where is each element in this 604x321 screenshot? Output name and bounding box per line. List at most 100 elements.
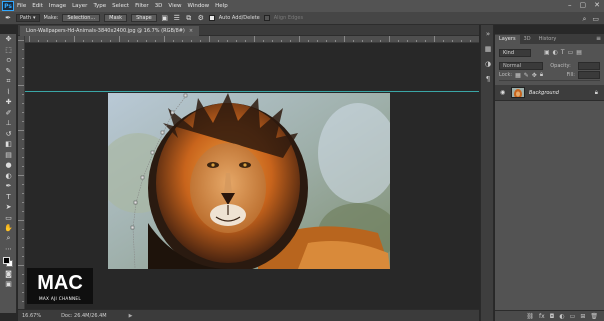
delete-layer-icon[interactable]: 🗑︎ xyxy=(590,313,598,320)
menu-type[interactable]: Type xyxy=(93,3,106,9)
auto-add-delete-checkbox[interactable] xyxy=(208,15,215,21)
selection-button[interactable]: Selection... xyxy=(62,14,101,22)
close-tab-icon[interactable]: × xyxy=(189,28,193,34)
foreground-color-swatch[interactable] xyxy=(3,256,10,264)
menu-3d[interactable]: 3D xyxy=(155,3,163,9)
path-arrangement-icon[interactable]: ⧉ xyxy=(185,14,193,22)
blend-mode-select[interactable]: Normal xyxy=(499,61,543,70)
path-operations-icon[interactable]: ▣ xyxy=(161,14,169,22)
layers-panel: Layers 3D History ≡ Kind ▣ ◐ T ▭ ▤ Norma… xyxy=(495,34,604,321)
ruler-tick xyxy=(18,175,24,176)
adjustment-layer-icon[interactable]: ◐ xyxy=(559,313,564,320)
align-edges-checkbox[interactable] xyxy=(263,15,270,21)
healing-brush-tool-icon[interactable]: ✚ xyxy=(0,97,17,108)
horizontal-guide[interactable] xyxy=(25,91,479,92)
menu-select[interactable]: Select xyxy=(112,3,129,9)
zoom-level[interactable]: 16.67% xyxy=(22,313,41,319)
document-tab[interactable]: Lion-Wallpapers-Hd-Animals-3840x2400.jpg… xyxy=(20,26,200,36)
eraser-tool-icon[interactable]: ◧ xyxy=(0,139,17,150)
watermark-caption: MAX AJI CHANNEL xyxy=(38,296,82,301)
smart-object-filter-icon[interactable]: ▤ xyxy=(576,49,582,56)
status-menu-arrow-icon[interactable]: ▶ xyxy=(129,313,133,319)
layer-row-background[interactable]: ◉ Background 🔒︎ xyxy=(495,85,604,101)
mask-button[interactable]: Mask xyxy=(104,14,128,22)
type-filter-icon[interactable]: T xyxy=(561,49,565,56)
pen-tool-icon[interactable]: ✒ xyxy=(0,181,17,192)
clone-stamp-tool-icon[interactable]: ⊥ xyxy=(0,118,17,129)
pixel-filter-icon[interactable]: ▣ xyxy=(544,49,550,56)
pen-tool-preset-icon[interactable]: ✒ xyxy=(4,14,12,22)
blur-tool-icon[interactable]: ● xyxy=(0,160,17,171)
lock-position-icon[interactable]: ✥ xyxy=(532,72,537,79)
crop-tool-icon[interactable]: ⌗ xyxy=(0,76,17,87)
fill-field[interactable] xyxy=(578,71,600,79)
brush-tool-icon[interactable]: ✐ xyxy=(0,108,17,119)
properties-icon[interactable]: ▦ xyxy=(481,43,495,55)
dodge-tool-icon[interactable]: ◐ xyxy=(0,171,17,182)
mode-select[interactable]: Path ▾ xyxy=(16,14,40,22)
zoom-tool-icon[interactable]: ⌕ xyxy=(0,234,17,245)
workspace-icon[interactable]: ▭ xyxy=(592,15,599,24)
gear-icon[interactable]: ⚙ xyxy=(197,14,205,22)
menu-filter[interactable]: Filter xyxy=(135,3,149,9)
ruler-tick xyxy=(209,36,210,42)
layers-panel-footer: ⛓ fx ◘ ◐ ▭ ⊞ 🗑︎ xyxy=(495,310,604,321)
shape-filter-icon[interactable]: ▭ xyxy=(568,49,574,56)
make-label: Make: xyxy=(43,15,59,21)
history-brush-tool-icon[interactable]: ↺ xyxy=(0,129,17,140)
link-layers-icon[interactable]: ⛓ xyxy=(526,313,534,320)
quick-selection-tool-icon[interactable]: ✎ xyxy=(0,66,17,77)
tab-layers[interactable]: Layers xyxy=(495,35,520,44)
paragraph-icon[interactable]: ¶ xyxy=(481,73,495,85)
canvas-workspace[interactable] xyxy=(25,43,479,309)
path-alignment-icon[interactable]: ☰ xyxy=(173,14,181,22)
more-tools-icon[interactable]: ⋯ xyxy=(0,244,17,255)
eye-icon[interactable]: ◉ xyxy=(500,89,507,96)
tab-history[interactable]: History xyxy=(535,35,561,44)
screen-mode-icon[interactable]: ▣ xyxy=(0,279,17,290)
lasso-tool-icon[interactable]: ഠ xyxy=(0,55,17,66)
new-group-icon[interactable]: ▭ xyxy=(570,313,576,320)
opacity-field[interactable] xyxy=(578,61,600,70)
menu-window[interactable]: Window xyxy=(187,3,209,9)
gradient-tool-icon[interactable]: ▤ xyxy=(0,150,17,161)
type-tool-icon[interactable]: T xyxy=(0,192,17,203)
filter-kind-select[interactable]: Kind xyxy=(499,48,531,57)
eyedropper-tool-icon[interactable]: ⌇ xyxy=(0,87,17,98)
adjustment-filter-icon[interactable]: ◐ xyxy=(553,49,558,56)
collapse-panels-icon[interactable]: » xyxy=(481,28,495,40)
panel-menu-icon[interactable]: ≡ xyxy=(596,35,601,42)
collapsed-panel-strip: » ▦ ◑ ¶ xyxy=(480,25,494,321)
layer-thumbnail xyxy=(511,87,525,98)
adjustments-icon[interactable]: ◑ xyxy=(481,58,495,70)
menu-view[interactable]: View xyxy=(168,3,181,9)
close-icon[interactable]: ✕ xyxy=(594,1,600,9)
horizontal-ruler[interactable] xyxy=(25,36,479,43)
minimize-icon[interactable]: – xyxy=(568,1,572,9)
new-layer-icon[interactable]: ⊞ xyxy=(580,313,585,320)
menu-image[interactable]: Image xyxy=(49,3,66,9)
lock-all-icon[interactable]: 🔒︎ xyxy=(540,71,543,79)
lion-image-canvas[interactable] xyxy=(108,93,390,269)
lock-transparent-icon[interactable]: ▦ xyxy=(515,72,521,79)
search-icon[interactable]: ⌕ xyxy=(582,15,586,24)
hand-tool-icon[interactable]: ✋ xyxy=(0,223,17,234)
menu-edit[interactable]: Edit xyxy=(32,3,43,9)
menu-layer[interactable]: Layer xyxy=(72,3,87,9)
vertical-ruler[interactable] xyxy=(18,36,25,309)
window-controls: – ▢ ✕ xyxy=(568,1,600,9)
path-selection-tool-icon[interactable]: ➤ xyxy=(0,202,17,213)
rectangle-tool-icon[interactable]: ▭ xyxy=(0,213,17,224)
tab-3d[interactable]: 3D xyxy=(520,35,535,44)
add-mask-icon[interactable]: ◘ xyxy=(550,313,555,320)
maximize-icon[interactable]: ▢ xyxy=(580,1,587,9)
menu-help[interactable]: Help xyxy=(215,3,228,9)
shape-button[interactable]: Shape xyxy=(131,14,157,22)
marquee-tool-icon[interactable]: ⬚ xyxy=(0,45,17,56)
ruler-tick xyxy=(18,220,24,221)
move-tool-icon[interactable]: ✥ xyxy=(0,34,17,45)
quick-mask-icon[interactable]: ◙ xyxy=(0,269,17,280)
lock-image-icon[interactable]: ✎ xyxy=(524,72,529,79)
menu-file[interactable]: File xyxy=(17,3,26,9)
layer-style-icon[interactable]: fx xyxy=(539,313,545,320)
